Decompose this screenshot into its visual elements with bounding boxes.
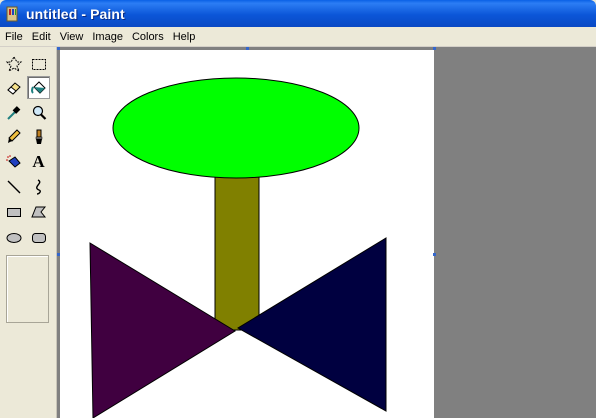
rounded-rectangle-tool[interactable] — [27, 226, 50, 249]
drawing-canvas[interactable] — [60, 50, 434, 418]
airbrush-icon — [5, 154, 21, 168]
ellipse-tool[interactable] — [2, 226, 25, 249]
left-triangle — [89, 242, 236, 418]
canvas-resize-handle-right-middle[interactable] — [433, 253, 436, 256]
eraser-icon — [6, 81, 21, 95]
menu-file[interactable]: File — [0, 31, 28, 43]
canvas-resize-handle-top-middle[interactable] — [246, 47, 249, 50]
free-form-select-icon — [5, 55, 22, 72]
magnifier-icon — [32, 105, 46, 120]
ellipse-icon — [6, 232, 21, 243]
paint-app-icon[interactable] — [4, 5, 20, 23]
curve-icon — [35, 178, 41, 195]
canvas-resize-handle-top-left[interactable] — [57, 47, 60, 50]
polygon-icon — [30, 206, 46, 217]
line-icon — [7, 180, 20, 193]
menu-bar: File Edit View Image Colors Help — [0, 27, 596, 47]
rectangle-tool[interactable] — [2, 200, 25, 223]
pencil-tool[interactable] — [2, 125, 25, 148]
fill-with-color-tool[interactable] — [27, 76, 50, 99]
window-title: untitled - Paint — [26, 5, 125, 22]
drawing-svg — [89, 77, 387, 418]
menu-colors[interactable]: Colors — [128, 31, 169, 43]
brush-icon — [35, 129, 42, 144]
workspace-area[interactable] — [57, 47, 596, 418]
tree-trunk-rectangle — [214, 164, 260, 331]
line-tool[interactable] — [2, 175, 25, 198]
airbrush-tool[interactable] — [2, 150, 25, 173]
rounded-rectangle-icon — [31, 232, 46, 243]
tree-canopy-ellipse — [112, 77, 360, 179]
canvas-resize-handle-left-middle[interactable] — [57, 253, 60, 256]
rectangle-select-tool[interactable] — [27, 52, 50, 75]
menu-image[interactable]: Image — [88, 31, 128, 43]
brush-tool[interactable] — [27, 125, 50, 148]
pick-color-tool[interactable] — [2, 101, 25, 124]
eraser-tool[interactable] — [2, 76, 25, 99]
title-bar[interactable]: untitled - Paint — [0, 0, 596, 27]
menu-view[interactable]: View — [56, 31, 89, 43]
text-tool[interactable]: A — [27, 150, 50, 173]
curve-tool[interactable] — [27, 175, 50, 198]
eyedropper-icon — [6, 105, 20, 120]
menu-edit[interactable]: Edit — [28, 31, 56, 43]
polygon-tool[interactable] — [27, 200, 50, 223]
fill-bucket-icon — [30, 80, 46, 94]
free-form-select-tool[interactable] — [2, 52, 25, 75]
tool-box: A — [0, 47, 57, 418]
pencil-icon — [7, 128, 21, 143]
rectangle-select-icon — [31, 58, 46, 70]
text-tool-icon: A — [32, 152, 45, 171]
right-triangle — [237, 237, 387, 412]
rectangle-icon — [6, 207, 21, 217]
menu-help[interactable]: Help — [169, 31, 201, 43]
magnifier-tool[interactable] — [27, 101, 50, 124]
tool-options-panel[interactable] — [6, 255, 49, 323]
canvas-resize-handle-top-right[interactable] — [433, 47, 436, 50]
